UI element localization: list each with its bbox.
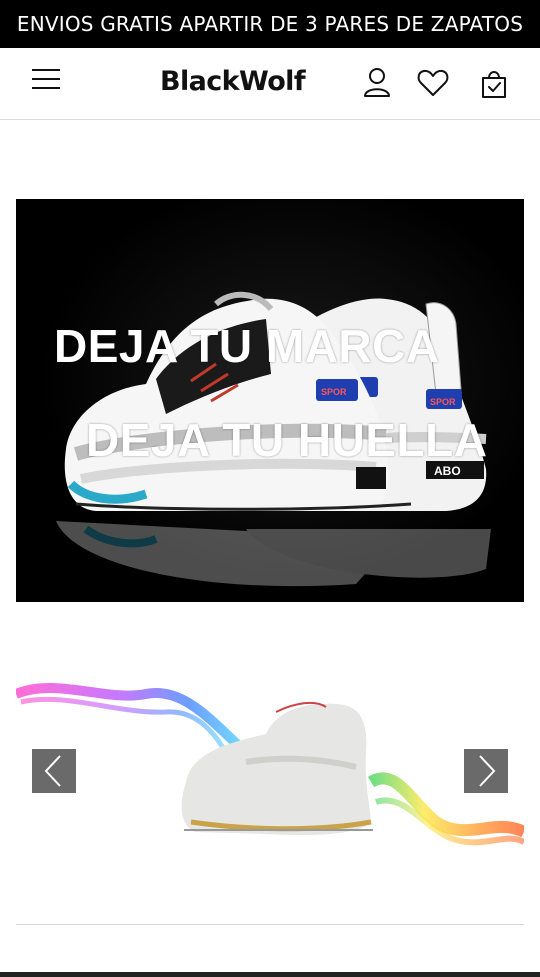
- shopping-bag-icon: [482, 71, 506, 98]
- hero-sneakers-image: ABO SPOR SPOR: [56, 291, 491, 587]
- account-button[interactable]: [360, 66, 394, 100]
- slider-prev-button[interactable]: [32, 749, 76, 793]
- cart-button[interactable]: [477, 66, 511, 100]
- heart-icon: [417, 69, 449, 96]
- menu-button[interactable]: [30, 66, 64, 96]
- back-shoe-tag-top: SPOR: [430, 397, 456, 407]
- slider-next-button[interactable]: [464, 749, 508, 793]
- wishlist-button[interactable]: [416, 66, 450, 100]
- bottom-bar: [0, 972, 540, 977]
- user-icon: [364, 68, 390, 97]
- hero-headline: DEJA TU MARCA: [54, 320, 440, 372]
- announcement-bar: ENVIOS GRATIS APARTIR DE 3 PARES DE ZAPA…: [0, 0, 540, 48]
- hero-banner[interactable]: ABO SPOR SPOR DEJA TU MARCA DEJA TU HUEL…: [16, 199, 524, 602]
- product-slider: [16, 672, 524, 872]
- site-header: BlackWolf: [0, 48, 540, 120]
- section-divider: [16, 924, 524, 925]
- chevron-right-icon: [479, 755, 496, 787]
- brand-logo[interactable]: BlackWolf: [160, 66, 306, 97]
- announcement-text: ENVIOS GRATIS APARTIR DE 3 PARES DE ZAPA…: [16, 12, 524, 36]
- front-shoe-tag: SPOR: [321, 387, 347, 397]
- slide-image[interactable]: [16, 672, 524, 872]
- chevron-left-icon: [44, 755, 61, 787]
- hero-subheadline: DEJA TU HUELLA: [86, 414, 488, 466]
